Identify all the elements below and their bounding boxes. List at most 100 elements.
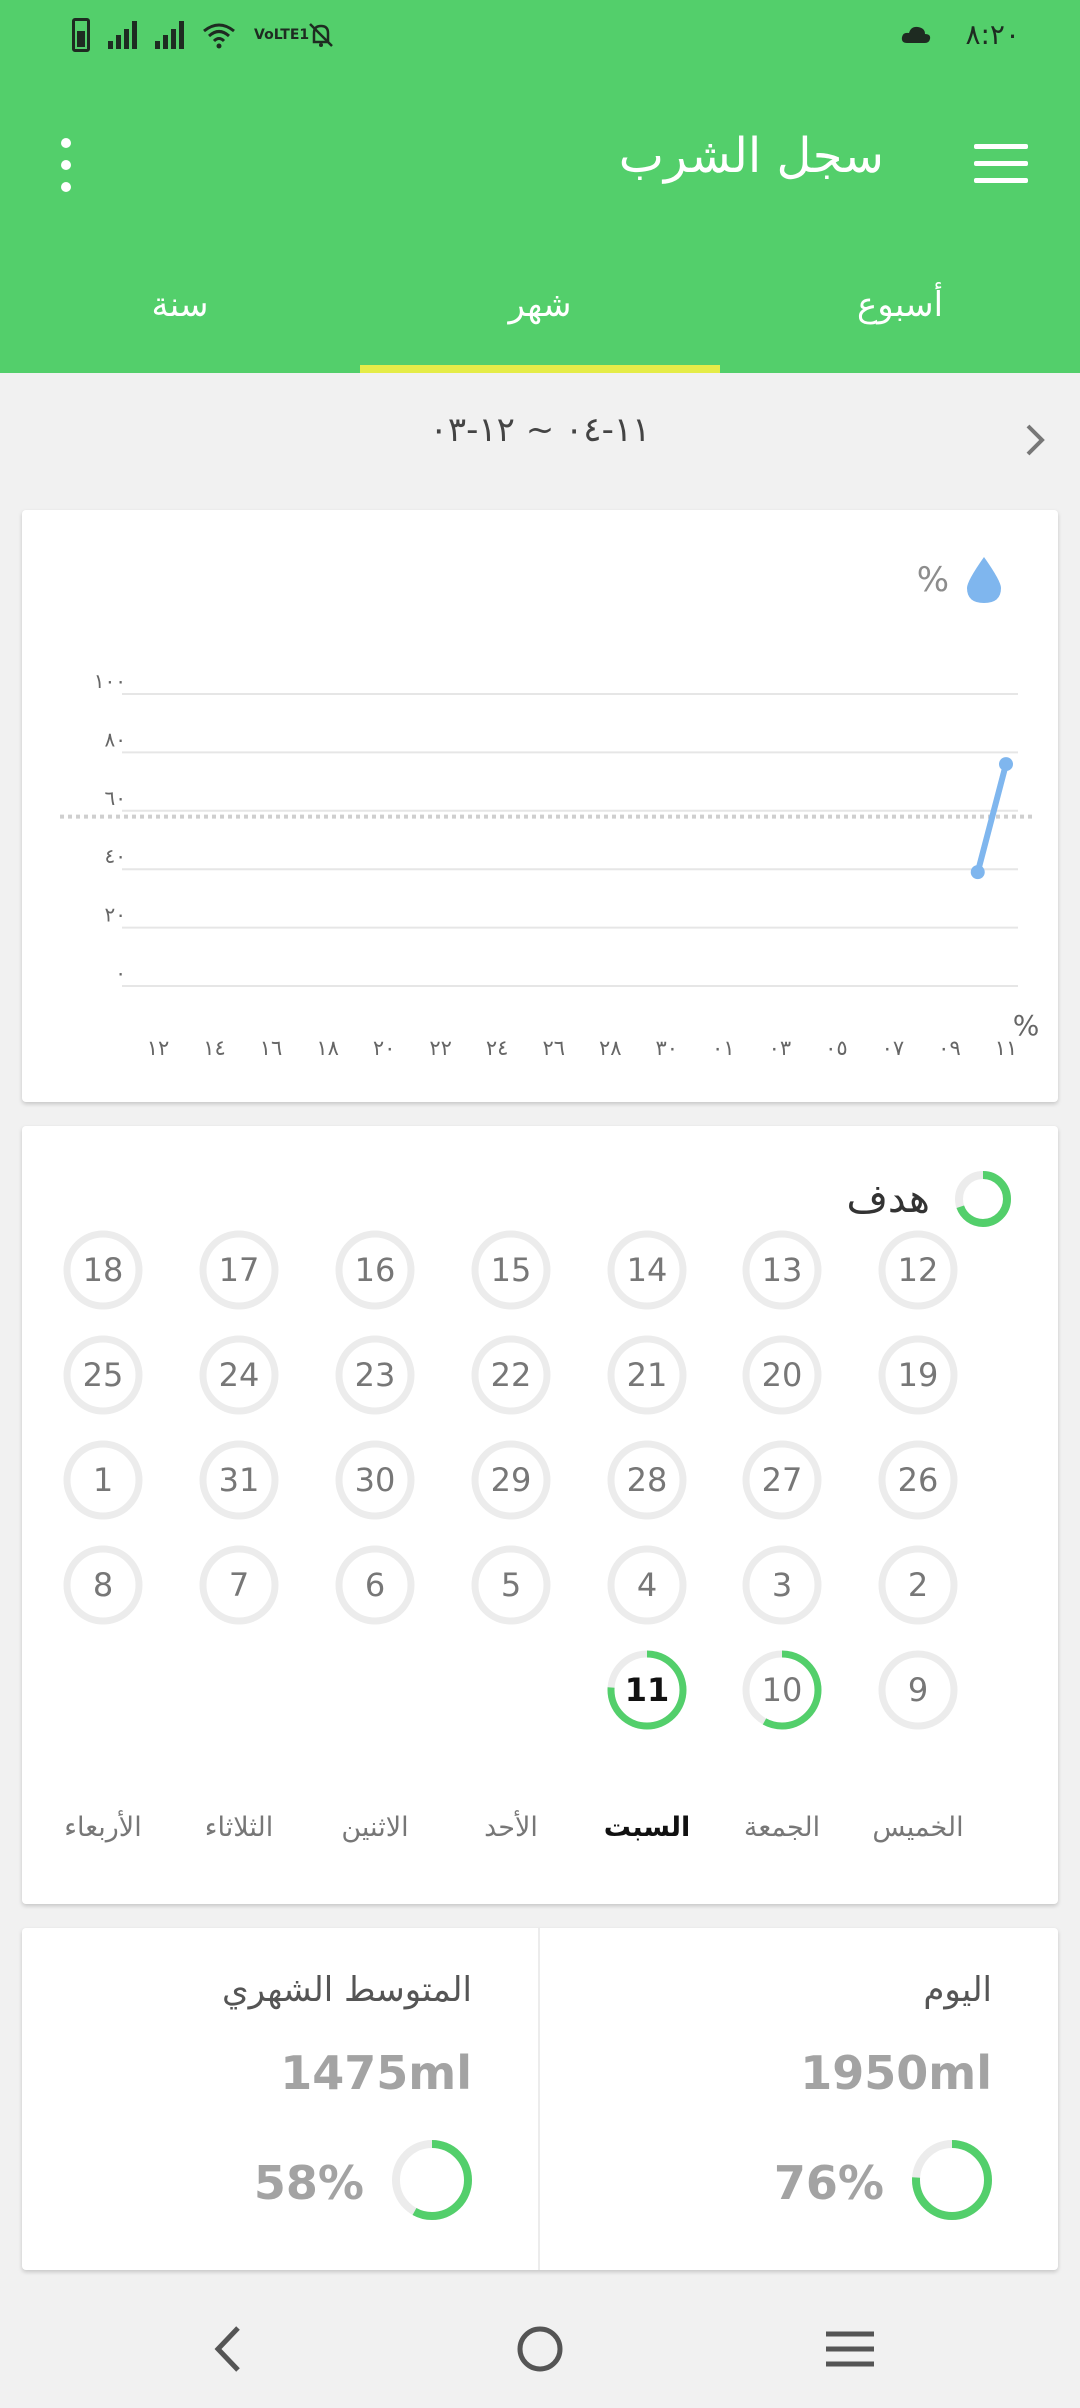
calendar-day[interactable]: 19 bbox=[874, 1331, 962, 1419]
stats-divider bbox=[538, 1928, 540, 2270]
calendar-day[interactable]: 30 bbox=[331, 1436, 419, 1524]
x-tick-label: ٠٩ bbox=[938, 1036, 961, 1060]
day-number: 23 bbox=[354, 1356, 396, 1394]
date-range-label: ١١-٠٤ ~ ١٢-٠٣ bbox=[429, 410, 651, 450]
hamburger-menu-icon[interactable] bbox=[974, 144, 1028, 184]
signal-icon bbox=[155, 21, 184, 49]
day-number: 19 bbox=[897, 1356, 939, 1394]
today-progress-ring bbox=[912, 2140, 992, 2220]
calendar-day[interactable]: 29 bbox=[467, 1436, 555, 1524]
x-tick-label: ٢٦ bbox=[542, 1036, 565, 1060]
more-options-icon[interactable] bbox=[56, 138, 76, 198]
calendar-day[interactable]: 3 bbox=[738, 1541, 826, 1629]
home-button[interactable] bbox=[480, 2290, 600, 2408]
x-tick-label: ٢٠ bbox=[373, 1036, 396, 1060]
chevron-right-icon[interactable] bbox=[1020, 420, 1050, 460]
calendar-day[interactable]: 16 bbox=[331, 1226, 419, 1314]
day-number: 20 bbox=[761, 1356, 803, 1394]
legend-label: % bbox=[916, 560, 949, 600]
day-number: 7 bbox=[228, 1566, 250, 1604]
day-number: 3 bbox=[771, 1566, 793, 1604]
calendar-day[interactable]: 22 bbox=[467, 1331, 555, 1419]
calendar-day[interactable]: 20 bbox=[738, 1331, 826, 1419]
calendar-day[interactable]: 4 bbox=[603, 1541, 691, 1629]
calendar-day[interactable]: 23 bbox=[331, 1331, 419, 1419]
x-tick-label: ٢٢ bbox=[429, 1036, 452, 1060]
data-point bbox=[970, 865, 985, 880]
goal-calendar: 12 13 14 15 16 17 18 19 20 21 22 23 24 25 26 27 28 29 30 31… bbox=[22, 1126, 1058, 1904]
water-drop-icon bbox=[967, 557, 1001, 603]
y-tick-label: ٨٠ bbox=[105, 727, 126, 751]
calendar-day[interactable]: 12 bbox=[874, 1226, 962, 1314]
volte-icon: VoLTE1 bbox=[254, 27, 310, 43]
calendar-day[interactable]: 18 bbox=[59, 1226, 147, 1314]
monthly-label: المتوسط الشهري bbox=[221, 1970, 472, 2010]
calendar-day[interactable]: 11 bbox=[603, 1646, 691, 1734]
calendar-day[interactable]: 5 bbox=[467, 1541, 555, 1629]
x-tick-label: ١٤ bbox=[203, 1036, 226, 1060]
system-nav-bar bbox=[0, 2290, 1080, 2408]
calendar-day[interactable]: 24 bbox=[195, 1331, 283, 1419]
x-tick-label: ١٦ bbox=[260, 1036, 283, 1060]
calendar-day[interactable]: 13 bbox=[738, 1226, 826, 1314]
calendar-day[interactable]: 25 bbox=[59, 1331, 147, 1419]
calendar-day[interactable]: 2 bbox=[874, 1541, 962, 1629]
weekday-label: الاثنين bbox=[341, 1812, 409, 1843]
tab-year[interactable]: سنة bbox=[0, 255, 360, 373]
x-tick-label: ٠٣ bbox=[769, 1036, 792, 1060]
status-icons: VoLTE1 bbox=[72, 18, 336, 52]
calendar-day[interactable]: 17 bbox=[195, 1226, 283, 1314]
day-number: 11 bbox=[624, 1671, 670, 1709]
calendar-day[interactable]: 21 bbox=[603, 1331, 691, 1419]
x-tick-label: ٢٤ bbox=[486, 1036, 509, 1060]
calendar-day[interactable]: 26 bbox=[874, 1436, 962, 1524]
day-number: 10 bbox=[761, 1671, 803, 1709]
mute-icon bbox=[309, 23, 333, 47]
day-number: 27 bbox=[761, 1461, 803, 1499]
calendar-day[interactable]: 8 bbox=[59, 1541, 147, 1629]
x-tick-label: ٠٥ bbox=[825, 1036, 848, 1060]
calendar-day[interactable]: 28 bbox=[603, 1436, 691, 1524]
calendar-day[interactable]: 15 bbox=[467, 1226, 555, 1314]
day-number: 8 bbox=[92, 1566, 114, 1604]
calendar-day[interactable]: 14 bbox=[603, 1226, 691, 1314]
today-stat: اليوم 1950ml 76% bbox=[542, 1928, 1058, 2270]
line-chart: ٠ ٢٠ ٤٠ ٦٠ ٨٠ ١٠٠ ١٢ ١٤ ١٦ ١٨ ٢٠ ٢٢ ٢٤ ٢٦ ٢٨ ٣٠ ٠١ ٠٣ ٠٥ ٠٧… bbox=[60, 669, 1040, 1060]
x-unit-label: % bbox=[1013, 1009, 1040, 1042]
data-point bbox=[999, 757, 1013, 772]
x-tick-label: ٢٨ bbox=[599, 1036, 622, 1060]
calendar-day[interactable]: 27 bbox=[738, 1436, 826, 1524]
battery-icon bbox=[72, 18, 90, 52]
day-number: 12 bbox=[897, 1251, 939, 1289]
day-number: 31 bbox=[218, 1461, 260, 1499]
monthly-progress-ring bbox=[392, 2140, 472, 2220]
calendar-day[interactable]: 31 bbox=[195, 1436, 283, 1524]
tab-week[interactable]: أسبوع bbox=[720, 255, 1080, 373]
calendar-day[interactable]: 1 bbox=[59, 1436, 147, 1524]
day-number: 30 bbox=[354, 1461, 396, 1499]
x-tick-label: ٣٠ bbox=[656, 1036, 679, 1060]
weekday-label: الأحد bbox=[484, 1812, 538, 1843]
y-tick-label: ٤٠ bbox=[105, 844, 126, 868]
y-tick-label: ٠ bbox=[115, 961, 126, 985]
goal-card: هدف 12 13 14 15 16 17 18 19 20 21 22 23 24 25 26 27 28 29… bbox=[22, 1126, 1058, 1904]
x-tick-label: ٠٧ bbox=[882, 1036, 905, 1060]
back-button[interactable] bbox=[168, 2290, 288, 2408]
calendar-day[interactable]: 9 bbox=[874, 1646, 962, 1734]
tab-month[interactable]: شهر bbox=[360, 255, 720, 373]
day-number: 26 bbox=[897, 1461, 939, 1499]
calendar-day[interactable]: 6 bbox=[331, 1541, 419, 1629]
today-percent: 76% bbox=[773, 2156, 884, 2210]
day-number: 28 bbox=[626, 1461, 668, 1499]
x-tick-label: ١٨ bbox=[316, 1036, 339, 1060]
day-number: 18 bbox=[82, 1251, 124, 1289]
day-number: 13 bbox=[761, 1251, 803, 1289]
monthly-percent: 58% bbox=[253, 2156, 364, 2210]
calendar-day[interactable]: 7 bbox=[195, 1541, 283, 1629]
weekday-label: الأربعاء bbox=[64, 1812, 142, 1843]
recents-button[interactable] bbox=[790, 2290, 910, 2408]
monthly-stat: المتوسط الشهري 1475ml 58% bbox=[22, 1928, 538, 2270]
day-number: 22 bbox=[490, 1356, 532, 1394]
day-number: 9 bbox=[907, 1671, 929, 1709]
calendar-day[interactable]: 10 bbox=[738, 1646, 826, 1734]
